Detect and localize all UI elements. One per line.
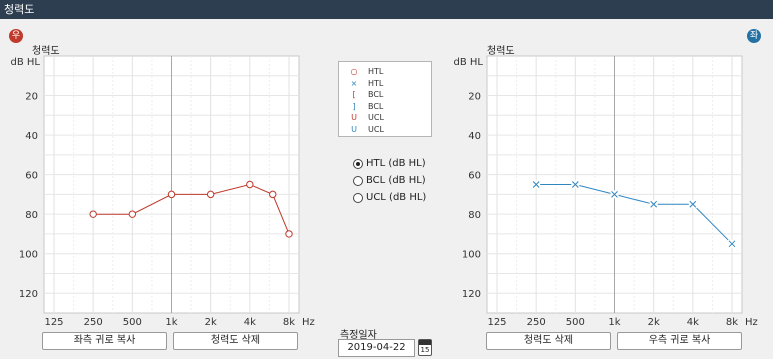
mode-radio-option[interactable]: HTL (dB HL)	[353, 155, 426, 172]
radio-label: UCL (dB HL)	[366, 191, 427, 203]
y-tick-label: 40	[468, 131, 481, 142]
radio-label: HTL (dB HL)	[366, 157, 426, 169]
x-axis-unit-label: Hz	[745, 317, 758, 328]
mode-radio-option[interactable]: UCL (dB HL)	[353, 189, 426, 206]
delete-right-audiogram-button[interactable]: 청력도 삭제	[173, 332, 298, 350]
y-tick-label: 120	[462, 289, 481, 300]
x-tick-label: 500	[566, 317, 585, 328]
measure-date-field[interactable]: 2019-04-22	[338, 339, 415, 357]
calendar-day: 15	[420, 346, 430, 354]
data-point-cross	[649, 200, 658, 209]
copy-to-left-ear-button[interactable]: 좌측 귀로 복사	[42, 332, 167, 350]
legend-symbol-icon: ×	[350, 78, 358, 88]
data-point-cross	[728, 239, 736, 248]
legend-label: UCL	[368, 124, 384, 134]
legend-item: × HTL	[339, 78, 431, 90]
radio-button[interactable]	[353, 175, 363, 186]
legend-item: U UCL	[339, 124, 431, 136]
y-tick-label: 100	[462, 250, 481, 261]
x-tick-label: 8k	[726, 317, 738, 328]
y-tick-label: 80	[468, 210, 481, 221]
x-tick-label: 1k	[608, 317, 620, 328]
x-tick-label: 2k	[648, 317, 660, 328]
x-tick-label: 4k	[687, 317, 699, 328]
legend-item: [ BCL	[339, 89, 431, 101]
y-axis-unit-label: dB HL	[454, 57, 484, 68]
legend-symbol-icon: ○	[350, 67, 358, 76]
calendar-icon[interactable]: 15	[418, 339, 432, 356]
copy-to-right-ear-button[interactable]: 우측 귀로 복사	[617, 332, 742, 350]
legend-item: ○ HTL	[339, 66, 431, 78]
legend-symbol-icon: U	[351, 124, 357, 134]
legend-item: ] BCL	[339, 101, 431, 113]
x-tick-label: 125	[487, 317, 506, 328]
radio-label: BCL (dB HL)	[366, 174, 426, 186]
legend-label: HTL	[368, 78, 384, 88]
y-tick-label: 60	[468, 171, 481, 182]
data-point-cross	[532, 180, 541, 189]
legend-symbol-icon: ]	[352, 101, 356, 111]
data-point-cross	[610, 190, 619, 199]
legend-label: BCL	[368, 90, 384, 99]
symbol-legend: ○ HTL × HTL [ BCL] BCL U UCL U UCL	[338, 61, 432, 137]
legend-label: UCL	[368, 113, 384, 122]
delete-left-audiogram-button[interactable]: 청력도 삭제	[486, 332, 611, 350]
legend-item: U UCL	[339, 112, 431, 124]
x-tick-label: 250	[527, 317, 546, 328]
legend-label: BCL	[368, 101, 384, 111]
data-point-cross	[571, 180, 580, 189]
mode-radio-option[interactable]: BCL (dB HL)	[353, 172, 426, 189]
measure-mode-radio-group: HTL (dB HL) BCL (dB HL) UCL (dB HL)	[353, 155, 426, 206]
radio-button[interactable]	[353, 192, 363, 203]
data-point-cross	[688, 200, 697, 209]
legend-symbol-icon: [	[352, 90, 356, 99]
radio-button[interactable]	[353, 158, 363, 169]
legend-symbol-icon: U	[351, 113, 357, 122]
legend-label: HTL	[368, 67, 384, 76]
y-tick-label: 20	[468, 92, 481, 103]
